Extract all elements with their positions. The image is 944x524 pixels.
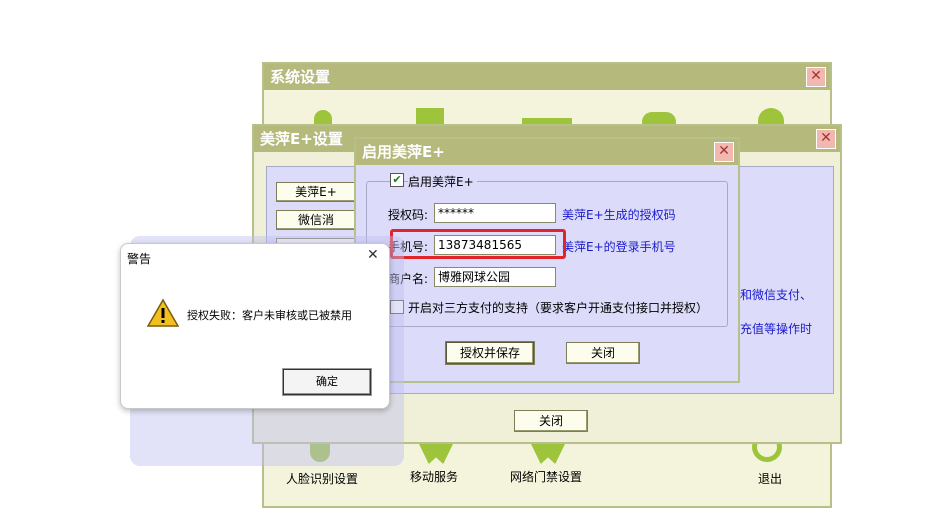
top-icon-2[interactable] [416, 108, 444, 124]
alert-close-icon[interactable]: ✕ [367, 247, 379, 263]
alert-ok-button[interactable]: 确定 [282, 368, 372, 396]
bottom-item-access-control[interactable]: 网络门禁设置 [510, 468, 582, 485]
alert-title: 警告 [127, 252, 152, 266]
meiping-close-button[interactable]: 关闭 [514, 410, 588, 432]
enable-checkbox-label[interactable]: 启用美萍E+ [408, 173, 477, 190]
phone-hint: 美萍E+的登录手机号 [562, 240, 676, 254]
enable-checkbox[interactable]: ✔ [390, 173, 404, 187]
meiping-info-text-1: 和微信支付、 [740, 288, 813, 302]
enable-close-button[interactable]: 关闭 [566, 342, 640, 364]
third-party-label[interactable]: 开启对三方支付的支持（要求客户开通支付接口并授权） [408, 299, 708, 316]
bottom-item-exit[interactable]: 退出 [758, 470, 782, 487]
system-settings-title: 系统设置 [264, 64, 830, 90]
authorize-save-button[interactable]: 授权并保存 [445, 341, 535, 365]
auth-code-input[interactable]: ****** [434, 203, 556, 223]
auth-code-label: 授权码: [388, 208, 429, 222]
phone-highlight-box [390, 229, 566, 259]
access-control-icon[interactable] [530, 442, 566, 464]
system-settings-close-icon[interactable]: ✕ [806, 67, 826, 87]
warning-icon [147, 298, 179, 327]
auth-code-hint: 美萍E+生成的授权码 [562, 208, 676, 222]
alert-dialog: 警告 ✕ 授权失败：客户未审核或已被禁用 确定 [120, 243, 390, 409]
alert-message: 授权失败：客户未审核或已被禁用 [187, 309, 352, 322]
bottom-item-mobile-service[interactable]: 移动服务 [410, 468, 458, 485]
meiping-settings-close-icon[interactable]: ✕ [816, 129, 836, 149]
side-button-meiping[interactable]: 美萍E+ [276, 182, 356, 202]
enable-dialog-close-icon[interactable]: ✕ [714, 142, 734, 162]
meiping-info-text-2: 充值等操作时 [740, 322, 813, 336]
enable-meiping-dialog: 启用美萍E+ ✕ ✔ 启用美萍E+ 授权码: ****** 美萍E+生成的授权码… [354, 137, 740, 383]
mobile-service-icon[interactable] [418, 442, 454, 464]
side-button-wechat[interactable]: 微信消 [276, 210, 356, 230]
enable-dialog-title: 启用美萍E+ [356, 139, 738, 165]
merchant-input[interactable]: 博雅网球公园 [434, 267, 556, 287]
top-icon-1[interactable] [314, 110, 332, 124]
bottom-item-face-recognition[interactable]: 人脸识别设置 [286, 470, 358, 487]
